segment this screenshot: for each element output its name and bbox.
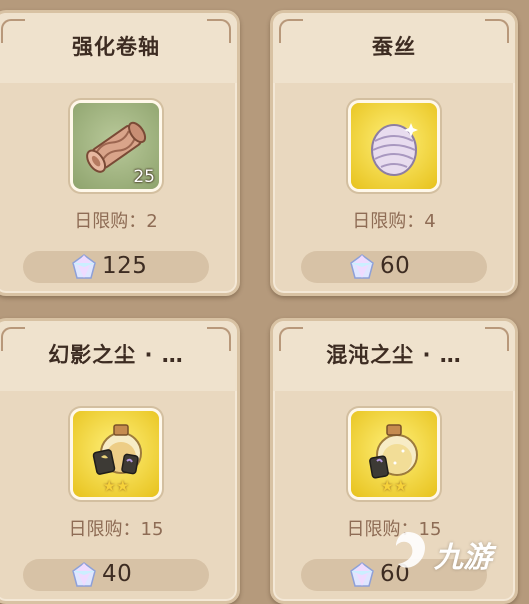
price-value: 60 [380, 253, 411, 279]
crystal-gem-icon [350, 562, 374, 587]
price-button[interactable]: 60 [301, 251, 487, 283]
shop-item-card[interactable]: 蚕丝 日限购：4 60 [270, 10, 518, 296]
daily-limit: 日限购：2 [74, 211, 158, 232]
card-header: 混沌之尘 · … [273, 321, 515, 391]
item-icon-frame[interactable]: ★★ [351, 411, 437, 497]
shop-item-card[interactable]: 幻影之尘 · … ★★ 日限购：15 40 [0, 318, 240, 604]
watermark-text: 九游 [434, 540, 493, 574]
item-icon-frame[interactable]: ★★ [73, 411, 159, 497]
watermark: 九游 [384, 528, 514, 576]
item-name: 幻影之尘 · … [48, 343, 184, 367]
card-header: 幻影之尘 · … [0, 321, 237, 391]
star-rating: ★★ [102, 477, 130, 495]
item-icon-frame[interactable] [351, 103, 437, 189]
item-name: 混沌之尘 · … [326, 343, 462, 367]
shop-item-card[interactable]: 强化卷轴 25 日限购：2 125 [0, 10, 240, 296]
daily-limit: 日限购：15 [68, 519, 164, 540]
price-button[interactable]: 40 [23, 559, 209, 591]
card-header: 强化卷轴 [0, 13, 237, 83]
silk-cocoon-icon [371, 123, 418, 176]
crystal-gem-icon [72, 254, 96, 279]
price-value: 125 [102, 253, 148, 279]
item-name: 蚕丝 [372, 35, 416, 59]
item-quantity: 25 [133, 167, 155, 187]
star-rating: ★★ [380, 477, 408, 495]
item-icon-frame[interactable]: 25 [73, 103, 159, 189]
crystal-gem-icon [350, 254, 374, 279]
daily-limit: 日限购：4 [352, 211, 436, 232]
item-name: 强化卷轴 [72, 35, 160, 59]
price-value: 40 [102, 561, 133, 587]
card-header: 蚕丝 [273, 13, 515, 83]
watermark-logo-icon [396, 532, 426, 568]
crystal-gem-icon [72, 562, 96, 587]
price-button[interactable]: 125 [23, 251, 209, 283]
